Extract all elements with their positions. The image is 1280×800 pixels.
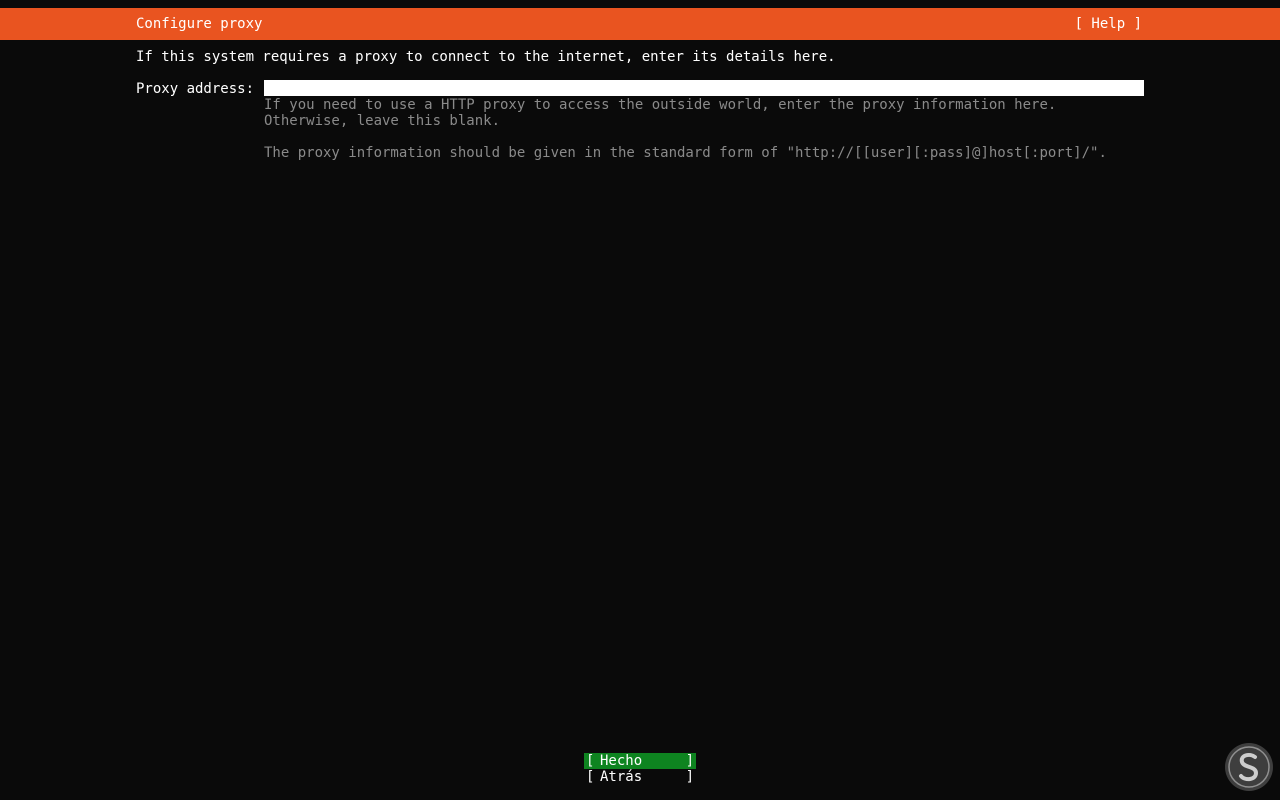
help-button[interactable]: [ Help ]: [1075, 8, 1142, 40]
done-label: Hecho: [600, 753, 643, 769]
proxy-hint-format: The proxy information should be given in…: [264, 145, 1107, 161]
page-title: Configure proxy: [136, 16, 263, 32]
proxy-address-input[interactable]: [264, 80, 1144, 96]
back-bracket-close: ]: [685, 769, 694, 785]
top-strip: [0, 0, 1280, 8]
intro-text: If this system requires a proxy to conne…: [136, 49, 836, 65]
done-button[interactable]: [ Hecho ]: [584, 753, 696, 769]
proxy-address-label: Proxy address:: [136, 81, 255, 97]
back-bracket-open: [: [586, 769, 595, 785]
installer-screen: Configure proxy [ Help ] If this system …: [0, 0, 1280, 800]
back-label: Atrás: [600, 769, 643, 785]
done-bracket-close: ]: [685, 753, 694, 769]
back-button[interactable]: [ Atrás ]: [584, 769, 696, 785]
solvetic-logo-icon: [1224, 742, 1274, 792]
done-bracket-open: [: [586, 753, 595, 769]
proxy-hint-usage: If you need to use a HTTP proxy to acces…: [264, 97, 1065, 129]
